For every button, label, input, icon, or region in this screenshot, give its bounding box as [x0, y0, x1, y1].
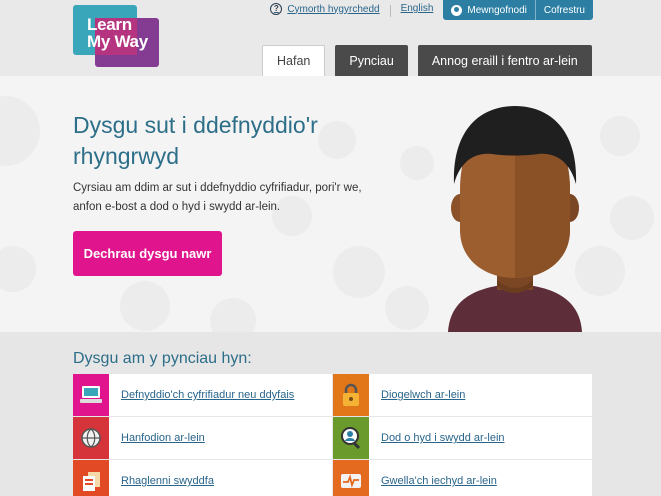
tab-topics[interactable]: Pynciau: [335, 45, 408, 76]
background-bubble: [120, 281, 170, 331]
topic-icon-tile: [73, 374, 109, 416]
background-bubble: [385, 286, 429, 330]
language-link[interactable]: English: [401, 3, 434, 14]
logo-text: Learn My Way: [87, 15, 148, 51]
background-bubble: [610, 196, 654, 240]
background-bubble: [600, 116, 640, 156]
question-icon: ?: [270, 3, 283, 15]
background-bubble: [333, 246, 385, 298]
laptop-icon: [80, 386, 102, 403]
topic-icon-tile: [333, 460, 369, 496]
topic-icon-tile: [333, 417, 369, 459]
divider: [389, 5, 391, 17]
site-header: Learn My Way ? Cymorth hygyrchedd Englis…: [0, 0, 661, 76]
topics-heading: Dysgu am y pynciau hyn:: [73, 350, 252, 367]
register-button[interactable]: Cofrestru: [536, 0, 593, 20]
tab-home[interactable]: Hafan: [262, 45, 326, 76]
globe-icon: [81, 428, 101, 448]
topic-office-programs[interactable]: Rhaglenni swyddfa: [73, 460, 332, 496]
health-monitor-icon: [341, 474, 361, 488]
hero-banner: Dysgu sut i ddefnyddio'r rhyngrwyd Cyrsi…: [0, 76, 661, 332]
topic-online-basics[interactable]: Hanfodion ar-lein: [73, 417, 332, 459]
learn-my-way-logo[interactable]: Learn My Way: [73, 5, 159, 67]
background-bubble: [400, 146, 434, 180]
hero-description: Cyrsiau am ddim ar sut i ddefnyddio cyfr…: [73, 182, 362, 213]
person-illustration-icon: [448, 106, 582, 332]
topic-improve-health[interactable]: Gwella'ch iechyd ar-lein: [333, 460, 592, 496]
top-links: ? Cymorth hygyrchedd English Mewngofnodi…: [270, 0, 593, 20]
topic-icon-tile: [73, 460, 109, 496]
topic-computer-device[interactable]: Defnyddio'ch cyfrifiadur neu ddyfais: [73, 374, 332, 416]
background-bubble: [0, 96, 40, 166]
main-nav: Hafan Pynciau Annog eraill i fentro ar-l…: [262, 45, 592, 76]
topic-icon-tile: [73, 417, 109, 459]
topics-section: Dysgu am y pynciau hyn: Defnyddio'ch cyf…: [0, 332, 661, 496]
topic-find-job[interactable]: Dod o hyd i swydd ar-lein: [333, 417, 592, 459]
tab-encourage-others[interactable]: Annog eraill i fentro ar-lein: [417, 45, 592, 76]
accessibility-help-link[interactable]: ? Cymorth hygyrchedd: [270, 3, 380, 15]
hero-title: Dysgu sut i ddefnyddio'r rhyngrwyd: [73, 112, 318, 169]
topic-list: Defnyddio'ch cyfrifiadur neu ddyfais Dio…: [73, 374, 592, 496]
background-bubble: [210, 298, 256, 332]
topic-online-safety[interactable]: Diogelwch ar-lein: [333, 374, 592, 416]
user-icon: [451, 4, 463, 16]
topic-icon-tile: [333, 374, 369, 416]
account-bar: Mewngofnodi Cofrestru: [443, 0, 593, 20]
signin-button[interactable]: Mewngofnodi: [443, 0, 534, 20]
padlock-icon: [343, 383, 359, 406]
background-bubble: [0, 246, 36, 292]
job-search-icon: [341, 427, 361, 450]
office-documents-icon: [83, 472, 100, 491]
start-learning-button[interactable]: Dechrau dysgu nawr: [73, 231, 222, 276]
